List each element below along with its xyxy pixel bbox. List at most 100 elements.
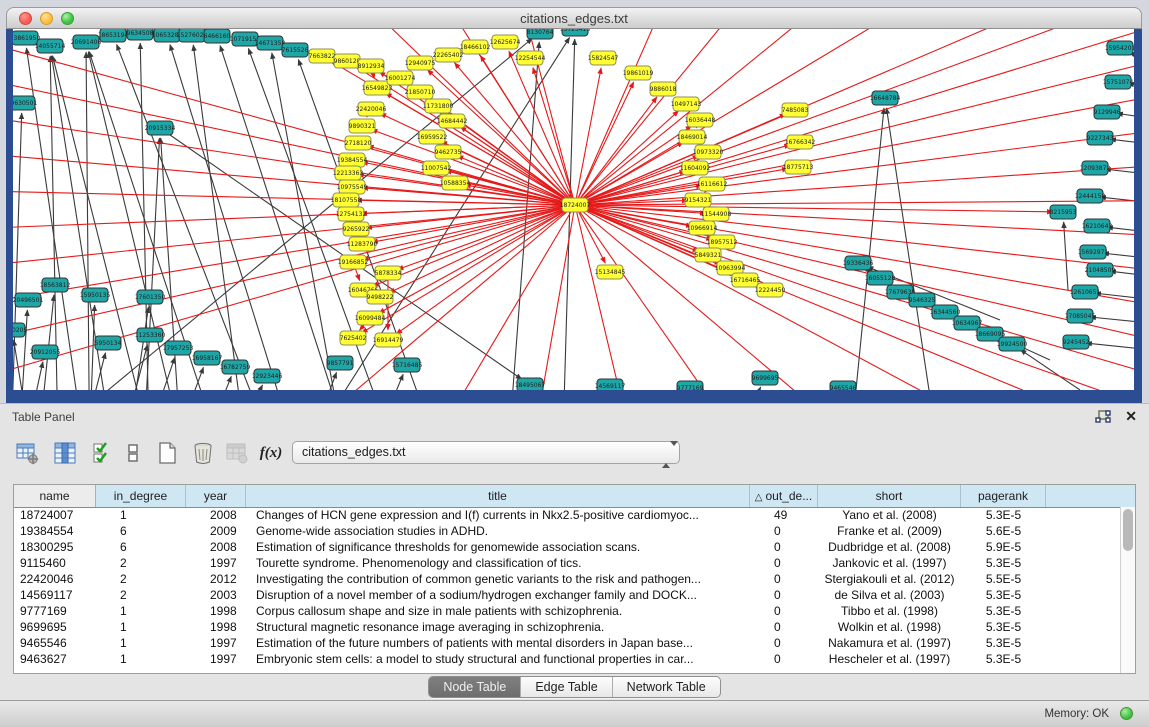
cell-pagerank[interactable]: 5.3E-5 [961,587,1046,603]
table-row[interactable]: 1872400712008Changes of HCN gene express… [14,507,1120,523]
graph-edge[interactable] [575,205,1134,360]
delete-column-icon[interactable] [188,438,218,468]
graph-edge[interactable] [1020,350,1080,390]
graph-node[interactable]: 12213363 [333,166,364,180]
graph-node[interactable]: 12093872 [1080,161,1111,175]
column-header-name[interactable]: name [14,485,96,507]
column-header-in_degree[interactable]: in_degree [96,485,186,507]
graph-node[interactable]: 16099484 [355,311,386,325]
cell-title[interactable]: Estimation of the future numbers of pati… [246,635,750,651]
cell-title[interactable]: Corpus callosum shape and size in male p… [246,603,750,619]
graph-edge[interactable] [389,205,575,293]
graph-node[interactable]: 10973320 [693,145,724,159]
graph-node[interactable]: 12224450 [755,283,786,297]
graph-node[interactable]: 19166852 [338,255,369,269]
graph-node[interactable]: 22420046 [356,102,387,116]
graph-node[interactable]: 16648784 [870,91,901,105]
cell-in_degree[interactable]: 2 [96,587,186,603]
cell-out_degree[interactable]: 0 [750,539,818,555]
graph-node[interactable]: 18724007 [560,198,591,212]
cell-year[interactable]: 2003 [186,587,246,603]
cell-out_degree[interactable]: 0 [750,635,818,651]
select-rows-icon[interactable] [88,438,118,468]
graph-node[interactable]: 18466102 [460,40,491,54]
cell-pagerank[interactable]: 5.5E-5 [961,571,1046,587]
cell-year[interactable]: 2008 [186,539,246,555]
column-header-year[interactable]: year [186,485,246,507]
cell-title[interactable]: Structural magnetic resonance image aver… [246,619,750,635]
cell-year[interactable]: 1997 [186,651,246,667]
graph-edge[interactable] [886,108,935,390]
column-header-title[interactable]: title [246,485,750,507]
graph-node[interactable]: 9129946 [1094,105,1121,119]
graph-node[interactable]: 18653194 [98,29,129,42]
graph-node[interactable]: 21850710 [405,85,436,99]
row-height-icon[interactable] [118,438,148,468]
cell-name[interactable]: 9115460 [14,555,96,571]
graph-node[interactable]: 10497143 [671,97,702,111]
table-row[interactable]: 969969511998Structural magnetic resonanc… [14,619,1120,635]
graph-node[interactable]: 17601350 [135,290,166,304]
graph-node[interactable]: 12754132 [336,207,367,221]
cell-out_degree[interactable]: 49 [750,507,818,523]
graph-node[interactable]: 9154321 [685,193,712,207]
table-row[interactable]: 1456911722003Disruption of a novel membe… [14,587,1120,603]
graph-node[interactable]: 10975549 [337,180,368,194]
graph-node[interactable]: 14055714 [35,39,66,53]
cell-out_degree[interactable]: 0 [750,587,818,603]
cell-pagerank[interactable]: 5.3E-5 [961,635,1046,651]
cell-name[interactable]: 14569117 [14,587,96,603]
cell-name[interactable]: 9777169 [14,603,96,619]
graph-node[interactable]: 9777169 [677,381,704,390]
graph-node[interactable]: 12940975 [405,56,436,70]
cell-pagerank[interactable]: 5.6E-5 [961,523,1046,539]
graph-node[interactable]: 9860128 [334,54,361,68]
cell-pagerank[interactable]: 5.3E-5 [961,507,1046,523]
graph-node[interactable]: 14569117 [595,379,626,390]
graph-node[interactable]: 16716465 [730,273,761,287]
cell-name[interactable]: 9463627 [14,651,96,667]
table-mode-icon[interactable] [12,438,42,468]
graph-node[interactable]: 16001274 [385,71,416,85]
graph-edge[interactable] [1110,139,1134,150]
graph-node[interactable]: 21048509 [1085,263,1116,277]
cell-in_degree[interactable]: 1 [96,619,186,635]
graph-node[interactable]: 20915334 [145,121,176,135]
cell-title[interactable]: Disruption of a novel member of a sodium… [246,587,750,603]
graph-edge[interactable] [40,295,54,390]
network-window-titlebar[interactable]: citations_edges.txt [6,7,1142,29]
column-header-pagerank[interactable]: pagerank [961,485,1046,507]
cell-year[interactable]: 1997 [186,635,246,651]
graph-node[interactable]: 9465546 [830,381,857,390]
graph-node[interactable]: 8130764 [527,29,554,39]
network-canvas[interactable]: 1872400776638229860128891293416549823224… [13,29,1134,390]
cell-in_degree[interactable]: 6 [96,539,186,555]
cell-title[interactable]: Estimation of significance thresholds fo… [246,539,750,555]
cell-title[interactable]: Changes of HCN gene expression and I(f) … [246,507,750,523]
cell-year[interactable]: 1998 [186,603,246,619]
graph-edge[interactable] [13,113,22,390]
graph-edge[interactable] [575,160,1134,205]
cell-out_degree[interactable]: 0 [750,523,818,539]
cell-title[interactable]: Tourette syndrome. Phenomenology and cla… [246,555,750,571]
cell-short[interactable]: Hescheler et al. (1997) [818,651,961,667]
graph-node[interactable]: 11283790 [347,237,378,251]
column-header-short[interactable]: short [818,485,961,507]
table-row[interactable]: 1830029562008Estimation of significance … [14,539,1120,555]
cell-pagerank[interactable]: 5.3E-5 [961,619,1046,635]
cell-in_degree[interactable]: 6 [96,523,186,539]
cell-in_degree[interactable]: 1 [96,651,186,667]
graph-node[interactable]: 18775713 [783,160,814,174]
cell-short[interactable]: Franke et al. (2009) [818,523,961,539]
create-column-icon[interactable] [152,438,182,468]
graph-node[interactable]: 16914479 [373,333,404,347]
graph-node[interactable]: 9634508 [127,29,154,40]
graph-node[interactable]: 17085045 [1065,309,1096,323]
function-builder-icon[interactable]: f(x) [256,438,286,468]
tab-edge-table[interactable]: Edge Table [521,677,612,697]
graph-node[interactable]: 11544908 [701,207,732,221]
graph-edge[interactable] [86,52,90,390]
cell-short[interactable]: Stergiakouli et al. (2012) [818,571,961,587]
graph-node[interactable]: 7625402 [340,331,367,345]
table-row[interactable]: 2242004622012Investigating the contribut… [14,571,1120,587]
